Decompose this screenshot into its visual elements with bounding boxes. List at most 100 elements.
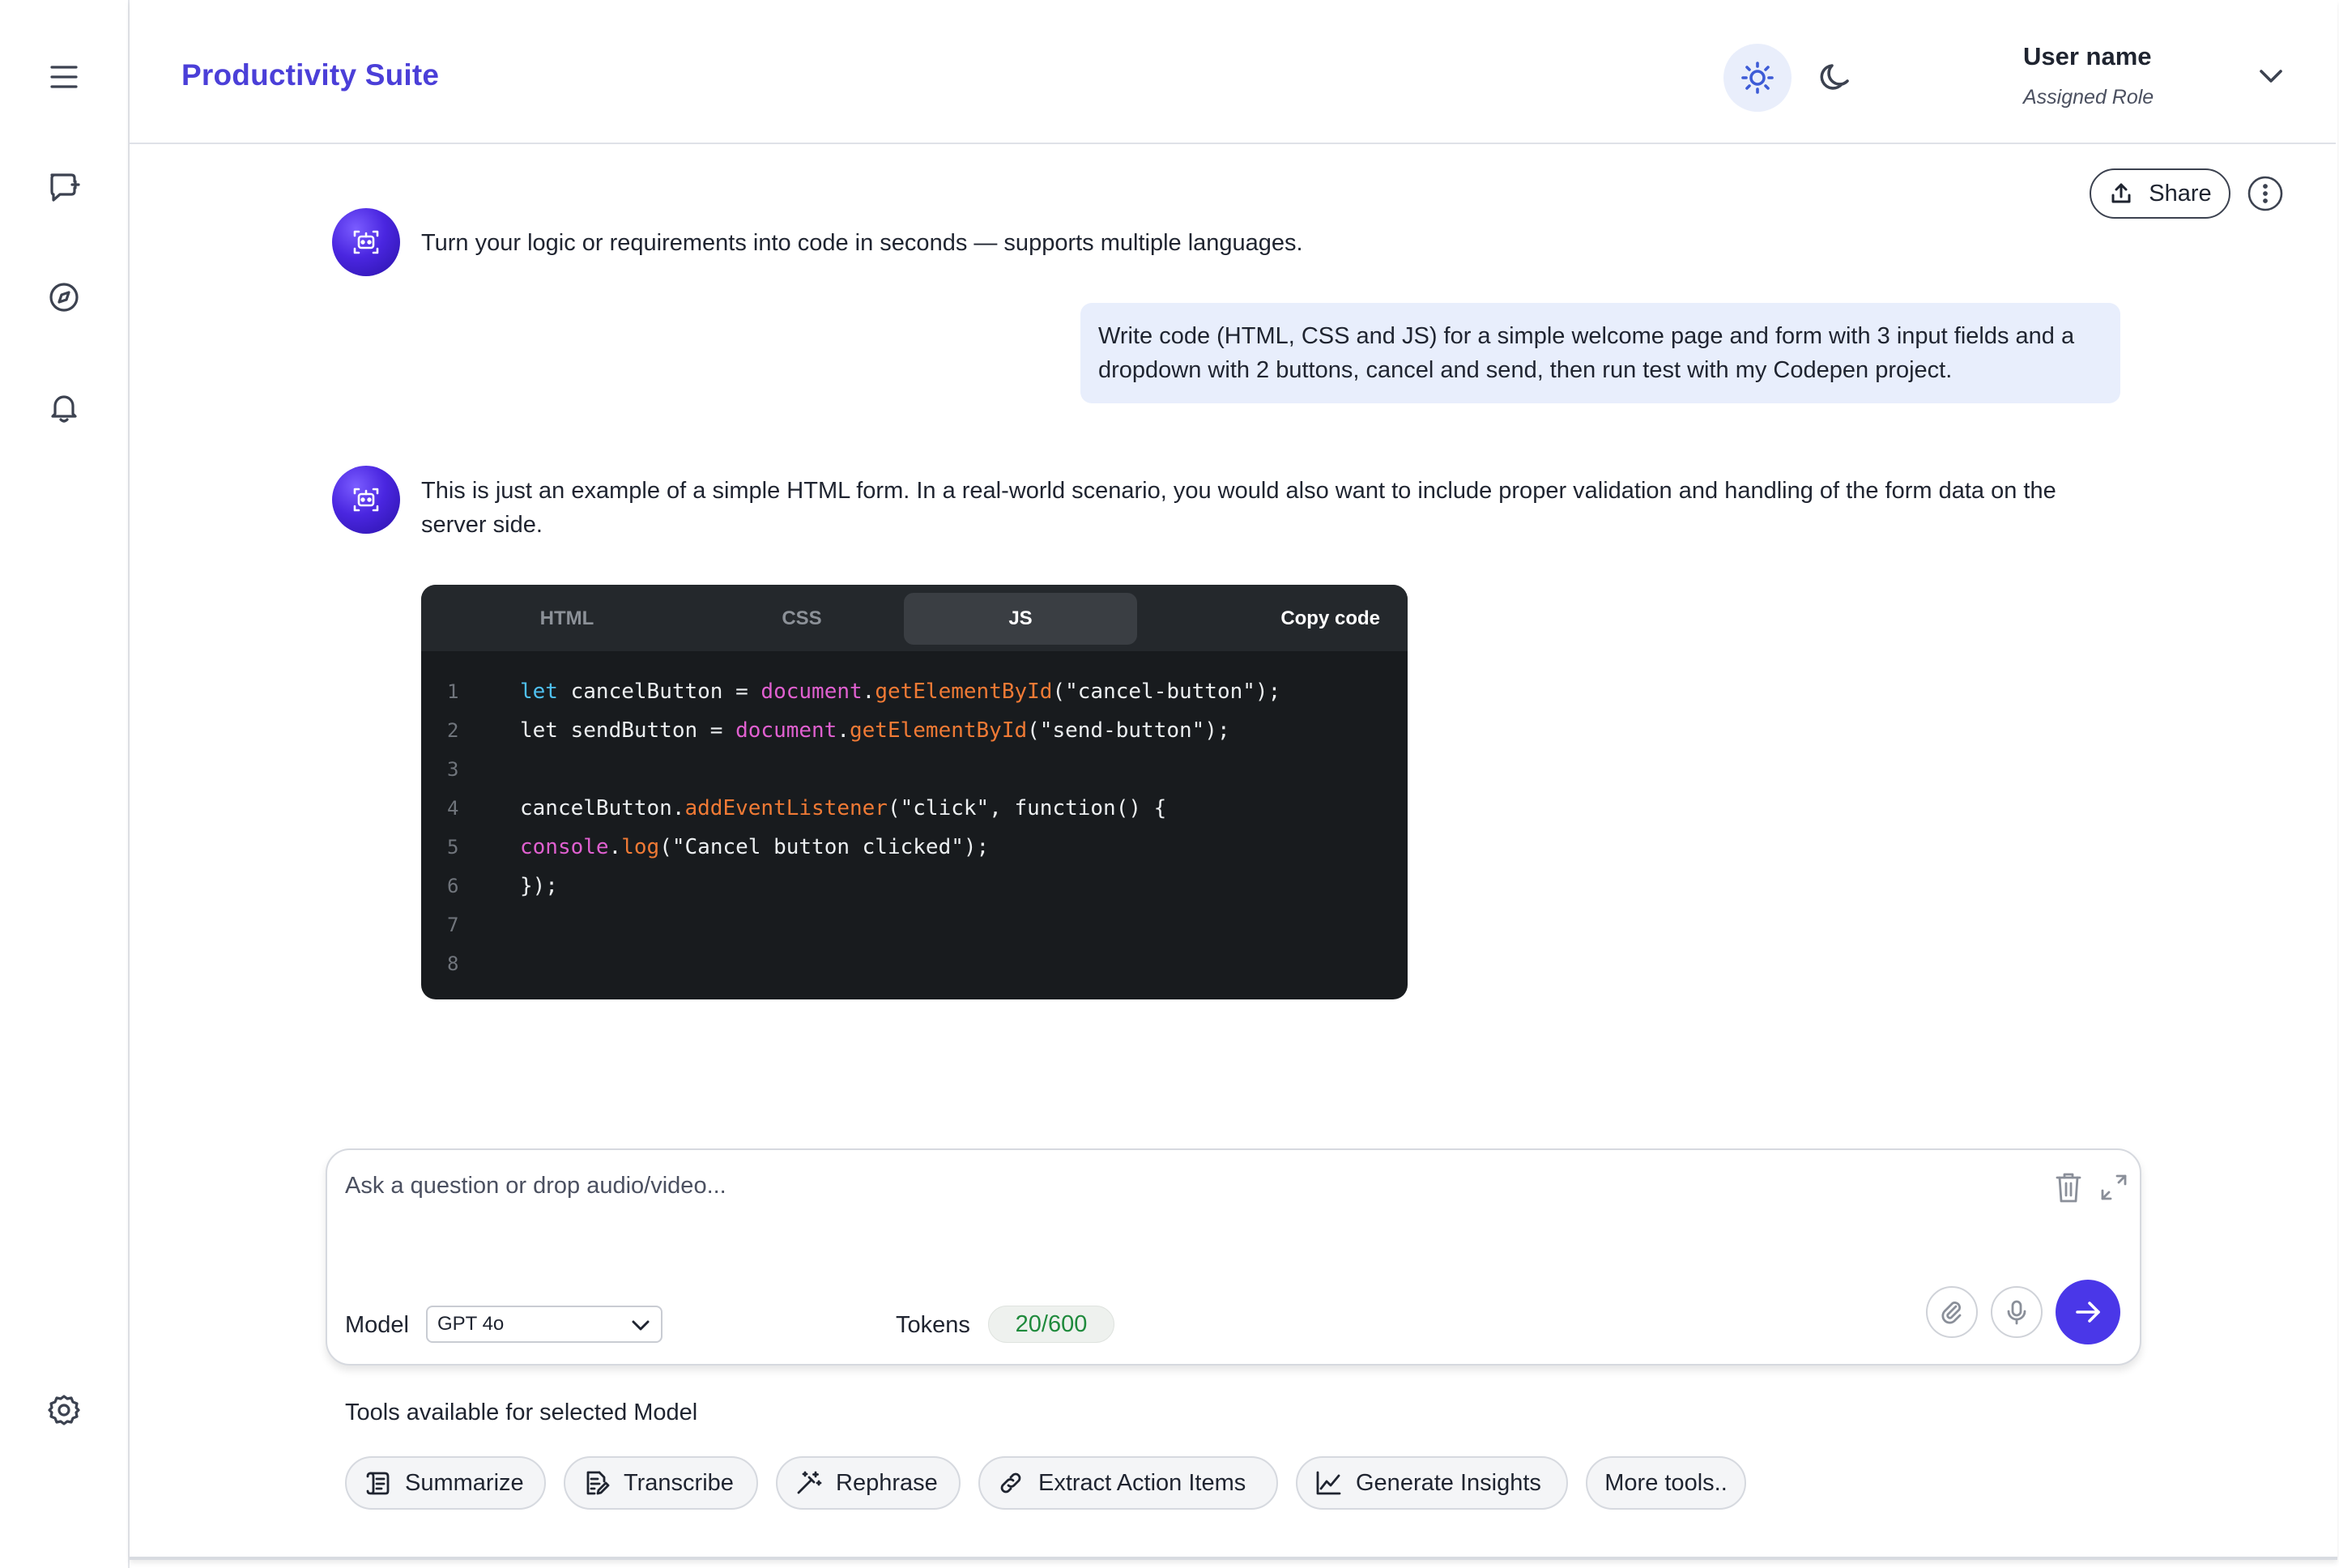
- line-number: 8: [447, 952, 459, 975]
- code-token: cancelButton.: [520, 796, 685, 820]
- code-token: document: [760, 680, 863, 704]
- code-block: HTML CSS JS Copy code 1 let cancelButton …: [421, 585, 1408, 999]
- code-token: cancelButton =: [557, 680, 761, 704]
- line-number: 4: [447, 797, 459, 820]
- code-token: document: [735, 718, 837, 743]
- magic-wand-icon: [797, 1471, 822, 1494]
- code-line: 5 console.log("Cancel button clicked");: [421, 828, 1408, 867]
- tab-css[interactable]: CSS: [682, 593, 922, 645]
- send-arrow-icon[interactable]: [2056, 1280, 2120, 1344]
- user-name: User name: [2023, 42, 2152, 70]
- tab-js[interactable]: JS: [904, 593, 1137, 645]
- code-text: cancelButton.addEventListener("click", f…: [520, 789, 1166, 828]
- tools-label: Tools available for selected Model: [345, 1400, 698, 1425]
- summarize-icon: [366, 1472, 390, 1495]
- bot-icon: [353, 230, 379, 254]
- tool-rephrase[interactable]: Rephrase: [776, 1456, 961, 1510]
- more-options-icon[interactable]: [2247, 175, 2284, 212]
- share-label: Share: [2149, 180, 2212, 207]
- code-token: .: [862, 680, 876, 704]
- chevron-down-icon: [632, 1320, 650, 1331]
- code-token: ("cancel-button");: [1052, 680, 1281, 704]
- code-token: addEventListener: [684, 796, 888, 820]
- composer: Model GPT 4o Tokens 20/600: [326, 1148, 2141, 1366]
- code-token: let sendButton =: [520, 718, 736, 743]
- code-line: 2 let sendButton = document.getElementByI…: [421, 711, 1408, 750]
- code-line: 4 cancelButton.addEventListener("click", …: [421, 789, 1408, 828]
- code-token: let: [520, 680, 558, 704]
- assistant-message: Turn your logic or requirements into cod…: [421, 230, 1303, 256]
- compass-icon[interactable]: [39, 272, 89, 322]
- code-token: getElementById: [850, 718, 1028, 743]
- tab-html[interactable]: HTML: [447, 593, 687, 645]
- code-token: .: [608, 835, 622, 859]
- chevron-down-icon[interactable]: [2253, 58, 2289, 94]
- tool-label: Extract Action Items: [1038, 1469, 1246, 1496]
- microphone-icon[interactable]: [1991, 1286, 2043, 1338]
- new-chat-icon[interactable]: [39, 162, 89, 212]
- code-text: let cancelButton = document.getElementBy…: [520, 672, 1280, 711]
- tool-label: Summarize: [405, 1469, 524, 1496]
- tool-label: Rephrase: [836, 1469, 938, 1496]
- copy-code-button[interactable]: Copy code: [1280, 593, 1380, 645]
- upload-icon: [2111, 183, 2131, 203]
- settings-gear-icon[interactable]: [39, 1385, 89, 1435]
- code-tabs: HTML CSS JS Copy code: [421, 585, 1408, 651]
- assistant-avatar: [332, 208, 400, 276]
- line-number: 5: [447, 836, 459, 859]
- bot-icon: [353, 488, 379, 512]
- code-token: ("send-button");: [1027, 718, 1230, 743]
- link-icon: [1000, 1472, 1021, 1493]
- bell-icon[interactable]: [39, 382, 89, 432]
- prompt-input[interactable]: [345, 1168, 1965, 1204]
- code-line: 1 let cancelButton = document.getElementB…: [421, 672, 1408, 711]
- model-value: GPT 4o: [437, 1313, 505, 1335]
- code-line: 6});: [421, 867, 1408, 905]
- code-token: console: [520, 835, 609, 859]
- tool-transcribe[interactable]: Transcribe: [564, 1456, 758, 1510]
- code-line: 7: [421, 905, 1408, 944]
- tool-label: More tools..: [1604, 1469, 1728, 1496]
- code-token: ("Cancel button clicked");: [659, 835, 990, 859]
- tool-extract-action-items[interactable]: Extract Action Items: [978, 1456, 1278, 1510]
- tool-generate-insights[interactable]: Generate Insights: [1296, 1456, 1568, 1510]
- code-token: log: [621, 835, 660, 859]
- tokens-badge: 20/600: [988, 1306, 1114, 1343]
- code-token: ("click", function() {: [887, 796, 1167, 820]
- line-number: 7: [447, 914, 459, 936]
- code-token: });: [520, 874, 558, 898]
- code-line: 3: [421, 750, 1408, 789]
- code-text: console.log("Cancel button clicked");: [520, 828, 989, 867]
- tool-summarize[interactable]: Summarize: [345, 1456, 546, 1510]
- tool-label: Generate Insights: [1356, 1469, 1541, 1496]
- model-select[interactable]: GPT 4o: [426, 1306, 663, 1343]
- menu-icon[interactable]: [39, 52, 89, 102]
- transcribe-icon: [586, 1471, 610, 1495]
- line-number: 3: [447, 758, 459, 781]
- assistant-avatar: [332, 466, 400, 534]
- line-number: 2: [447, 719, 459, 742]
- code-line: 8: [421, 944, 1408, 983]
- code-text: });: [520, 867, 558, 905]
- line-number: 6: [447, 875, 459, 897]
- code-token: getElementById: [875, 680, 1053, 704]
- expand-icon[interactable]: [2098, 1171, 2130, 1204]
- assistant-message: This is just an example of a simple HTML…: [421, 478, 2056, 538]
- app-title: Productivity Suite: [181, 58, 440, 92]
- trash-icon[interactable]: [2052, 1170, 2085, 1205]
- code-text: let sendButton = document.getElementById…: [520, 711, 1230, 750]
- model-label: Model: [345, 1312, 409, 1338]
- tokens-label: Tokens: [896, 1312, 970, 1338]
- user-role: Assigned Role: [2023, 86, 2154, 109]
- user-message: Write code (HTML, CSS and JS) for a simp…: [1080, 303, 2120, 403]
- tool-label: Transcribe: [624, 1469, 734, 1496]
- dark-mode-moon-icon[interactable]: [1801, 44, 1869, 112]
- share-button[interactable]: Share: [2090, 168, 2230, 219]
- chart-line-icon: [1316, 1471, 1341, 1495]
- tool-more[interactable]: More tools..: [1586, 1456, 1746, 1510]
- top-bar: [130, 0, 2336, 144]
- code-token: .: [837, 718, 850, 743]
- line-number: 1: [447, 680, 459, 703]
- light-mode-sun-icon[interactable]: [1723, 44, 1792, 112]
- paperclip-icon[interactable]: [1926, 1286, 1978, 1338]
